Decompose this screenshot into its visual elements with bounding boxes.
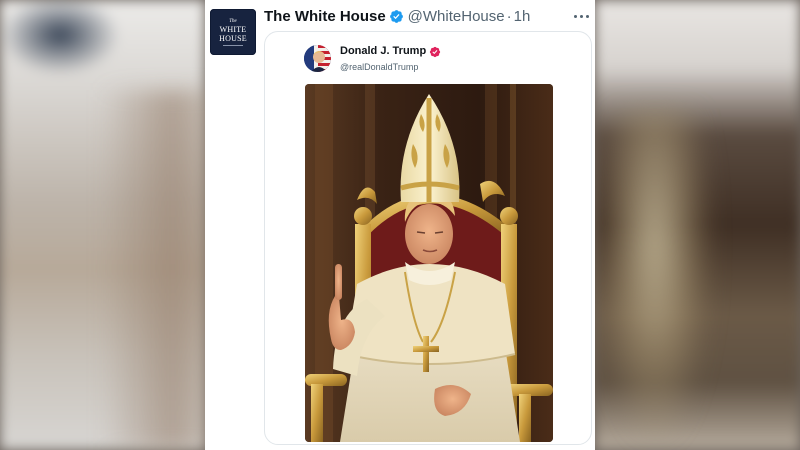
avatar-divider [223, 45, 243, 46]
avatar-line-1: WHITE [219, 25, 247, 34]
blurred-background-right-highlight [600, 110, 710, 440]
handle[interactable]: @WhiteHouse [408, 8, 505, 25]
blurred-background-left-shade [100, 90, 220, 450]
quoted-image[interactable] [305, 84, 553, 442]
display-name[interactable]: The White House [264, 8, 386, 25]
timestamp[interactable]: 1h [514, 8, 531, 25]
trump-avatar[interactable] [304, 45, 331, 72]
separator-dot: · [506, 7, 512, 25]
verified-badge-icon [429, 45, 441, 58]
quoted-tweet[interactable]: Donald J. Trump @realDonaldTrump [264, 31, 592, 445]
more-options-icon[interactable] [574, 8, 590, 24]
avatar-line-2: HOUSE [219, 34, 247, 43]
tweet-header: The White House @WhiteHouse · 1h [264, 6, 530, 26]
quoted-header: Donald J. Trump [340, 45, 441, 58]
tweet-card[interactable]: The WHITE HOUSE The White House @WhiteHo… [205, 0, 595, 450]
white-house-avatar[interactable]: The WHITE HOUSE [210, 9, 256, 55]
avatar-small-text: The [229, 19, 237, 24]
verified-badge-icon [389, 9, 404, 24]
quoted-display-name[interactable]: Donald J. Trump [340, 45, 426, 57]
quoted-handle[interactable]: @realDonaldTrump [340, 62, 418, 72]
